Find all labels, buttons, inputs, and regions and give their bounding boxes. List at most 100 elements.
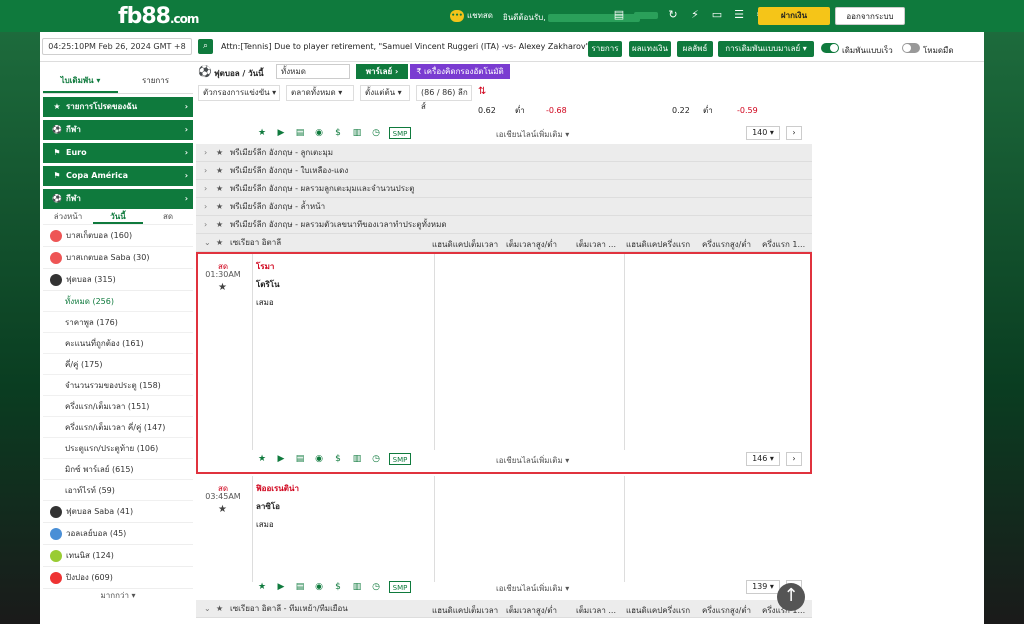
tab-early[interactable]: ล่วงหน้า <box>43 209 93 224</box>
dark-mode-toggle[interactable] <box>902 43 920 53</box>
market-tool-icon[interactable]: ★ <box>256 581 268 593</box>
next-icon[interactable]: › <box>786 452 802 466</box>
favorite-star-icon[interactable]: ★ <box>218 504 227 515</box>
sidebar-market-item[interactable]: จำนวนรวมของประตู (158) <box>43 375 193 396</box>
sidebar-market-item[interactable]: คี่/คู่ (175) <box>43 354 193 375</box>
market-tool-icon[interactable]: ◷ <box>370 453 382 465</box>
promo-icon[interactable]: ▭ <box>710 8 724 22</box>
market-tool-icon[interactable]: ◉ <box>313 581 325 593</box>
market-tool-icon[interactable]: ◉ <box>313 453 325 465</box>
market-tool-icon[interactable]: ▤ <box>294 127 306 139</box>
sidebar-section-0[interactable]: ★ รายการโปรดของฉัน › <box>43 97 193 117</box>
deposit-button[interactable]: ฝากเงิน <box>758 7 830 25</box>
more-markets-link[interactable]: เอเชียนไลน์เพิ่มเติม ▾ <box>496 582 569 595</box>
market-tool-icon[interactable]: ▤ <box>294 453 306 465</box>
logout-button[interactable]: ออกจากระบบ <box>835 7 905 25</box>
sidebar-section-4[interactable]: ⚽ กีฬา › <box>43 189 193 209</box>
results-button[interactable]: ผลลัพธ์ <box>677 41 713 57</box>
tab-live[interactable]: สด <box>143 209 193 224</box>
market-tool-icon[interactable]: $ <box>332 127 344 139</box>
sidebar-sport-item[interactable]: ฟุตบอล Saba (41) <box>43 501 193 523</box>
news-ticker[interactable]: Attn:[Tennis] Due to player retirement, … <box>221 42 589 51</box>
more-sports-link[interactable]: มากกว่า ▾ <box>43 589 193 603</box>
wallet-icon[interactable]: ▤ <box>612 8 626 22</box>
market-tool-icon[interactable]: ▤ <box>294 581 306 593</box>
brand-logo[interactable]: fb88.com <box>118 4 199 29</box>
sidebar-market-item[interactable]: ครึ่งแรก/เต็มเวลา (151) <box>43 396 193 417</box>
favorite-star-icon[interactable]: ★ <box>218 282 227 293</box>
market-tool-icon[interactable]: ▶ <box>275 581 287 593</box>
match-filter-dropdown[interactable]: ตัวกรองการแข่งขัน ▾ <box>198 85 280 101</box>
market-count[interactable]: 139 ▾ <box>746 580 780 594</box>
league-row[interactable]: › ★ พรีเมียร์ลีก อังกฤษ - ลูกเตะมุม <box>196 144 812 162</box>
sidebar-market-item[interactable]: ราคาพูล (176) <box>43 312 193 333</box>
sidebar-sport-item[interactable]: บาสเกตบอล Saba (30) <box>43 247 193 269</box>
sidebar-sport-item[interactable]: เทนนิส (124) <box>43 545 193 567</box>
sidebar-market-item[interactable]: ทั้งหมด (256) <box>43 291 193 312</box>
smp-button[interactable]: SMP <box>389 453 411 465</box>
live-chat-link[interactable]: ••• แชทสด <box>450 9 493 22</box>
odds-value[interactable]: 0.62 <box>478 102 508 119</box>
sidebar-sport-item[interactable]: บาสเก็ตบอล (160) <box>43 225 193 247</box>
tab-today[interactable]: วันนี้ <box>93 209 143 224</box>
next-icon[interactable]: › <box>786 126 802 140</box>
market-count[interactable]: 140 ▾ <box>746 126 780 140</box>
sidebar-market-item[interactable]: มิกซ์ พาร์เลย์ (615) <box>43 459 193 480</box>
odds-value[interactable]: 0.22 <box>672 102 702 119</box>
sidebar-market-item[interactable]: ครึ่งแรก/เต็มเวลา คี่/คู่ (147) <box>43 417 193 438</box>
league-row[interactable]: › ★ พรีเมียร์ลีก อังกฤษ - ล้ำหน้า <box>196 198 812 216</box>
market-tool-icon[interactable]: $ <box>332 453 344 465</box>
favorite-star-icon[interactable]: ★ <box>216 600 230 618</box>
market-tool-icon[interactable]: ▥ <box>351 453 363 465</box>
odds-value[interactable]: -0.59 <box>737 102 767 119</box>
favorite-star-icon[interactable]: ★ <box>216 144 230 162</box>
sort-arrows-icon[interactable]: ⇅ <box>478 86 486 97</box>
sidebar-section-2[interactable]: ⚑ Euro › <box>43 143 193 163</box>
calculator-button[interactable]: ₹ เครื่องคิดกรองอัตโนมัติ <box>410 64 510 79</box>
league-count[interactable]: (86 / 86) ลีกส์ <box>416 85 472 111</box>
odds-value[interactable]: ต่ำ <box>703 102 733 119</box>
quick-bet-toggle[interactable] <box>821 43 839 53</box>
favorite-star-icon[interactable]: ★ <box>216 198 230 216</box>
search-icon[interactable]: ⌕ <box>198 39 213 54</box>
refresh-icon[interactable]: ↻ <box>666 8 680 22</box>
market-tool-icon[interactable]: ▥ <box>351 127 363 139</box>
statement-button[interactable]: ผลแทงเงิน <box>629 41 671 57</box>
sidebar-section-3[interactable]: ⚑ Copa América › <box>43 166 193 186</box>
favorite-star-icon[interactable]: ★ <box>216 180 230 198</box>
checklist-icon[interactable]: ☰ <box>732 8 746 22</box>
sidebar-sport-item[interactable]: ฟุตบอล (315) <box>43 269 193 291</box>
market-tool-icon[interactable]: ◷ <box>370 581 382 593</box>
tab-list[interactable]: รายการ <box>118 68 193 93</box>
list-button[interactable]: รายการ <box>588 41 622 57</box>
market-tool-icon[interactable]: ▶ <box>275 127 287 139</box>
market-count[interactable]: 146 ▾ <box>746 452 780 466</box>
favorite-star-icon[interactable]: ★ <box>216 162 230 180</box>
scroll-top-icon[interactable]: ↑ <box>777 583 805 611</box>
market-tool-icon[interactable]: ◉ <box>313 127 325 139</box>
favorite-star-icon[interactable]: ★ <box>216 216 230 234</box>
market-tool-icon[interactable]: ▥ <box>351 581 363 593</box>
market-tool-icon[interactable]: $ <box>332 581 344 593</box>
sidebar-sport-item[interactable]: ปิงปอง (609) <box>43 567 193 589</box>
market-tool-icon[interactable]: ★ <box>256 453 268 465</box>
market-tool-icon[interactable]: ◷ <box>370 127 382 139</box>
sidebar-section-1[interactable]: ⚽ กีฬา › <box>43 120 193 140</box>
sidebar-sport-item[interactable]: วอลเลย์บอล (45) <box>43 523 193 545</box>
odds-type-dropdown[interactable]: การเดิมพันแบบมาเลย์ ▾ <box>718 41 814 57</box>
smp-button[interactable]: SMP <box>389 127 411 139</box>
market-tool-icon[interactable]: ▶ <box>275 453 287 465</box>
sidebar-market-item[interactable]: คะแนนที่ถูกต้อง (161) <box>43 333 193 354</box>
league-row[interactable]: › ★ พรีเมียร์ลีก อังกฤษ - ผลรวมตัวเลขนาทีข… <box>196 216 812 234</box>
odds-value[interactable]: ต่ำ <box>515 102 545 119</box>
league-row[interactable]: › ★ พรีเมียร์ลีก อังกฤษ - ผลรวมลูกเตะมุมแล… <box>196 180 812 198</box>
favorite-star-icon[interactable]: ★ <box>216 234 230 252</box>
odds-value[interactable]: -0.68 <box>546 102 576 119</box>
all-markets-dropdown[interactable]: ตลาดทั้งหมด ▾ <box>286 85 354 101</box>
sidebar-market-item[interactable]: เอาท์ไรท์ (59) <box>43 480 193 501</box>
transfer-icon[interactable]: ⚡ <box>688 8 702 22</box>
more-markets-link[interactable]: เอเชียนไลน์เพิ่มเติม ▾ <box>496 128 569 141</box>
league-row[interactable]: › ★ พรีเมียร์ลีก อังกฤษ - ใบเหลือง-แดง <box>196 162 812 180</box>
sort-dropdown[interactable]: ตั้งแต่ต้น ▾ <box>360 85 410 101</box>
smp-button[interactable]: SMP <box>389 581 411 593</box>
